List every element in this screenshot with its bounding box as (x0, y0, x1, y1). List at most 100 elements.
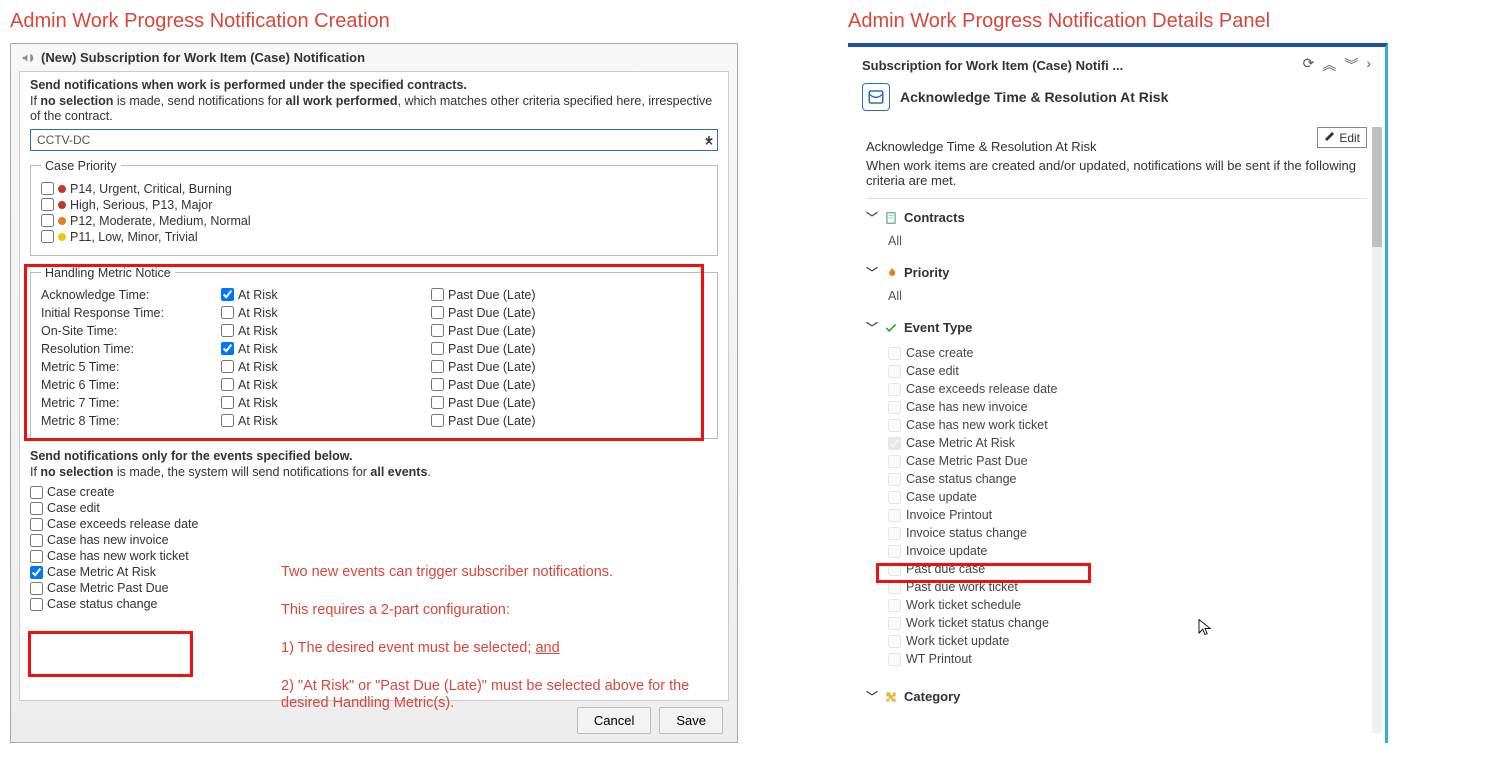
event-checkbox[interactable] (30, 582, 43, 595)
priority-row: High, Serious, P13, Major (41, 197, 707, 213)
at-risk-checkbox[interactable] (221, 342, 234, 355)
creation-dialog: (New) Subscription for Work Item (Case) … (10, 43, 738, 743)
past-due-checkbox[interactable] (431, 378, 444, 391)
cancel-button[interactable]: Cancel (577, 707, 651, 734)
at-risk-option[interactable]: At Risk (221, 342, 431, 356)
past-due-checkbox[interactable] (431, 342, 444, 355)
remove-contract-icon[interactable]: × (705, 134, 713, 148)
at-risk-option[interactable]: At Risk (221, 288, 431, 302)
puzzle-icon (884, 690, 898, 704)
event-type-option[interactable]: Invoice Printout (888, 506, 1367, 524)
forward-icon[interactable]: › (1366, 55, 1371, 75)
at-risk-checkbox[interactable] (221, 360, 234, 373)
event-label: Case create (47, 485, 114, 499)
priority-label: P12, Moderate, Medium, Normal (70, 214, 251, 228)
panel-scrollbar[interactable] (1372, 127, 1382, 733)
event-type-option[interactable]: Case has new work ticket (888, 416, 1367, 434)
at-risk-option[interactable]: At Risk (221, 396, 431, 410)
past-due-checkbox[interactable] (431, 396, 444, 409)
event-type-label: Case Metric Past Due (906, 454, 1028, 468)
event-type-option[interactable]: Case update (888, 488, 1367, 506)
past-due-checkbox[interactable] (431, 306, 444, 319)
event-type-option[interactable]: Work ticket schedule (888, 596, 1367, 614)
event-checkbox[interactable] (30, 598, 43, 611)
collapse-up-icon[interactable]: ︽ (1322, 55, 1336, 75)
event-option[interactable]: Case has new work ticket (30, 548, 718, 564)
event-type-label: Case create (906, 346, 973, 360)
event-checkbox[interactable] (30, 502, 43, 515)
event-type-checkbox (888, 581, 901, 594)
section-eventtype-head[interactable]: ﹀ Event Type (866, 319, 1367, 336)
event-type-option[interactable]: Case exceeds release date (888, 380, 1367, 398)
priority-checkbox[interactable] (41, 230, 54, 243)
past-due-checkbox[interactable] (431, 360, 444, 373)
event-type-option[interactable]: Past due work ticket (888, 578, 1367, 596)
at-risk-checkbox[interactable] (221, 414, 234, 427)
event-checkbox[interactable] (30, 534, 43, 547)
at-risk-checkbox[interactable] (221, 306, 234, 319)
at-risk-checkbox[interactable] (221, 324, 234, 337)
event-type-option[interactable]: Case Metric Past Due (888, 452, 1367, 470)
expand-down-icon[interactable]: ︾ (1344, 55, 1358, 75)
event-option[interactable]: Case Metric Past Due (30, 580, 718, 596)
event-type-option[interactable]: WT Printout (888, 650, 1367, 668)
at-risk-option[interactable]: At Risk (221, 360, 431, 374)
save-button[interactable]: Save (659, 707, 723, 734)
priority-row: P11, Low, Minor, Trivial (41, 229, 707, 245)
metric-label: On-Site Time: (41, 324, 221, 338)
event-type-option[interactable]: Work ticket update (888, 632, 1367, 650)
at-risk-checkbox[interactable] (221, 396, 234, 409)
event-checkbox[interactable] (30, 518, 43, 531)
past-due-option[interactable]: Past Due (Late) (431, 306, 707, 320)
event-label: Case status change (47, 597, 158, 611)
event-checkbox[interactable] (30, 550, 43, 563)
event-type-option[interactable]: Past due case (888, 560, 1367, 578)
section-category-head[interactable]: ﹀ Category (866, 688, 1367, 705)
event-type-option[interactable]: Invoice update (888, 542, 1367, 560)
section-contracts-head[interactable]: ﹀ Contracts (866, 209, 1367, 226)
chevron-down-icon: ﹀ (866, 319, 878, 336)
section-priority-head[interactable]: ﹀ Priority (866, 264, 1367, 281)
event-checkbox[interactable] (30, 566, 43, 579)
past-due-option[interactable]: Past Due (Late) (431, 360, 707, 374)
past-due-checkbox[interactable] (431, 414, 444, 427)
event-type-option[interactable]: Case create (888, 344, 1367, 362)
event-option[interactable]: Case create (30, 484, 718, 500)
refresh-icon[interactable]: ⟳ (1303, 55, 1315, 75)
event-type-option[interactable]: Case has new invoice (888, 398, 1367, 416)
event-type-option[interactable]: Work ticket status change (888, 614, 1367, 632)
event-checkbox[interactable] (30, 486, 43, 499)
past-due-option[interactable]: Past Due (Late) (431, 342, 707, 356)
past-due-option[interactable]: Past Due (Late) (431, 378, 707, 392)
at-risk-option[interactable]: At Risk (221, 414, 431, 428)
past-due-option[interactable]: Past Due (Late) (431, 396, 707, 410)
priority-checkbox[interactable] (41, 198, 54, 211)
past-due-checkbox[interactable] (431, 324, 444, 337)
event-type-option[interactable]: Case status change (888, 470, 1367, 488)
contracts-instr: Send notifications when work is performe… (30, 78, 718, 125)
event-option[interactable]: Case edit (30, 500, 718, 516)
past-due-option[interactable]: Past Due (Late) (431, 324, 707, 338)
past-due-checkbox[interactable] (431, 288, 444, 301)
megaphone-icon (21, 51, 35, 65)
at-risk-option[interactable]: At Risk (221, 324, 431, 338)
at-risk-option[interactable]: At Risk (221, 306, 431, 320)
panel-subhead: Acknowledge Time & Resolution At Risk (866, 139, 1367, 154)
event-type-option[interactable]: Case Metric At Risk (888, 434, 1367, 452)
event-type-option[interactable]: Case edit (888, 362, 1367, 380)
at-risk-option[interactable]: At Risk (221, 378, 431, 392)
event-option[interactable]: Case has new invoice (30, 532, 718, 548)
past-due-option[interactable]: Past Due (Late) (431, 414, 707, 428)
past-due-option[interactable]: Past Due (Late) (431, 288, 707, 302)
event-type-option[interactable]: Invoice status change (888, 524, 1367, 542)
at-risk-checkbox[interactable] (221, 378, 234, 391)
priority-checkbox[interactable] (41, 182, 54, 195)
contract-selector[interactable]: CCTV-DC + × (30, 129, 718, 151)
event-option[interactable]: Case exceeds release date (30, 516, 718, 532)
scrollbar-thumb[interactable] (1372, 127, 1382, 247)
events-list: Case createCase editCase exceeds release… (30, 484, 718, 612)
priority-checkbox[interactable] (41, 214, 54, 227)
panel-breadcrumb[interactable]: Subscription for Work Item (Case) Notifi… (862, 58, 1123, 73)
notification-tile-icon (862, 83, 890, 111)
at-risk-checkbox[interactable] (221, 288, 234, 301)
